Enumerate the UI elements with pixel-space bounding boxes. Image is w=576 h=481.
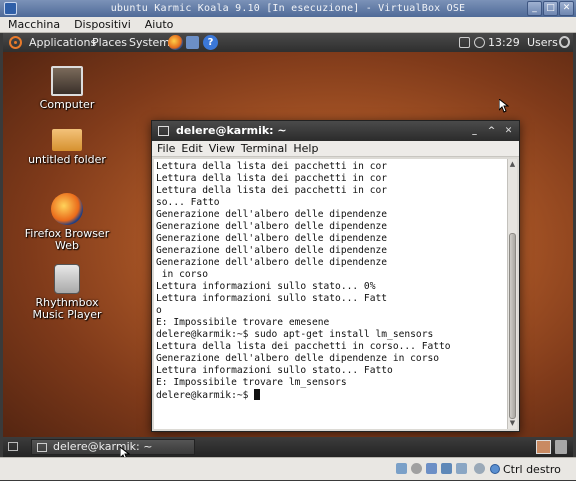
host-key-icon xyxy=(490,464,500,474)
menu-applications[interactable]: Applications xyxy=(29,33,96,52)
menu-macchina[interactable]: Macchina xyxy=(0,17,66,32)
help-icon[interactable]: ? xyxy=(203,35,218,50)
terminal-menu-terminal[interactable]: Terminal xyxy=(238,141,291,157)
scrollbar-thumb[interactable] xyxy=(509,233,516,419)
terminal-line: Generazione dell'albero delle dipendenze xyxy=(156,209,388,220)
terminal-prompt: delere@karmik:~$ xyxy=(156,390,255,401)
ubuntu-logo-icon[interactable] xyxy=(9,36,22,49)
workspace-switcher[interactable] xyxy=(536,440,551,454)
terminal-line: E: Impossibile trovare lm_sensors xyxy=(156,377,347,388)
computer-icon xyxy=(51,66,83,96)
vm-menubar: Macchina Dispositivi Aiuto xyxy=(0,17,576,33)
show-desktop-icon[interactable] xyxy=(8,442,18,451)
terminal-menubar: File Edit View Terminal Help xyxy=(152,141,519,157)
terminal-menu-file[interactable]: File xyxy=(154,141,178,157)
maximize-button[interactable]: □ xyxy=(543,1,558,16)
mouse-integration-icon[interactable] xyxy=(474,463,485,474)
terminal-cursor xyxy=(254,389,261,400)
firefox-icon xyxy=(51,193,83,225)
desktop-icon-untitled-folder[interactable]: untitled folder xyxy=(17,125,117,166)
mouse-pointer-icon xyxy=(499,99,509,113)
desktop-icon-label: Firefox Browser Web xyxy=(24,227,110,252)
desktop-icon-label: Rhythmbox Music Player xyxy=(32,296,102,321)
desktop-icon-computer[interactable]: Computer xyxy=(17,66,117,111)
terminal-line: delere@karmik:~$ sudo apt-get install lm… xyxy=(156,329,434,340)
terminal-minimize-button[interactable]: _ xyxy=(468,125,481,137)
terminal-line: o xyxy=(156,305,162,316)
desktop-icon-label: untitled folder xyxy=(28,153,106,166)
terminal-output[interactable]: Lettura della lista dei pacchetti in cor… xyxy=(154,159,507,429)
terminal-icon xyxy=(158,126,169,136)
terminal-line: Lettura della lista dei pacchetti in cor xyxy=(156,161,388,172)
terminal-line: Lettura della lista dei pacchetti in cor xyxy=(156,185,388,196)
terminal-line: Lettura informazioni sullo stato... 0% xyxy=(156,281,376,292)
terminal-line: Lettura della lista dei pacchetti in cor… xyxy=(156,341,451,352)
scroll-up-arrow-icon[interactable]: ▲ xyxy=(509,161,516,168)
terminal-line: Lettura della lista dei pacchetti in cor xyxy=(156,173,388,184)
taskbar-label: delere@karmik: ~ xyxy=(53,440,153,453)
vm-window-title: ubuntu Karmic Koala 9.10 [In esecuzione]… xyxy=(110,3,466,14)
menu-system[interactable]: System xyxy=(129,33,170,52)
guest-screen: Applications Places System ? 13:29 Users… xyxy=(3,33,573,457)
terminal-close-button[interactable]: ✕ xyxy=(502,125,515,137)
terminal-maximize-button[interactable]: ^ xyxy=(485,125,498,137)
terminal-line: Generazione dell'albero delle dipendenze xyxy=(156,257,388,268)
scroll-down-arrow-icon[interactable]: ▼ xyxy=(509,420,516,427)
folder-icon xyxy=(52,129,82,151)
cdrom-icon[interactable] xyxy=(411,463,422,474)
terminal-line: Generazione dell'albero delle dipendenze xyxy=(156,221,388,232)
terminal-line: E: Impossibile trovare emesene xyxy=(156,317,330,328)
desktop-icon-label: Computer xyxy=(39,98,95,111)
clock[interactable]: 13:29 xyxy=(488,33,520,52)
taskbar-button-terminal[interactable]: delere@karmik: ~ xyxy=(31,439,195,455)
menu-aiuto[interactable]: Aiuto xyxy=(137,17,180,32)
bottom-panel: delere@karmik: ~ xyxy=(3,437,573,457)
rhythmbox-icon xyxy=(54,264,80,294)
terminal-menu-view[interactable]: View xyxy=(206,141,238,157)
vm-window-titlebar[interactable]: ubuntu Karmic Koala 9.10 [In esecuzione]… xyxy=(0,0,576,17)
network-icon[interactable] xyxy=(459,37,470,48)
virtualbox-icon[interactable] xyxy=(4,2,17,15)
menu-dispositivi[interactable]: Dispositivi xyxy=(66,17,137,32)
minimize-button[interactable]: _ xyxy=(527,1,542,16)
top-panel: Applications Places System ? 13:29 Users xyxy=(3,33,573,52)
volume-icon[interactable] xyxy=(474,37,485,48)
menu-places[interactable]: Places xyxy=(92,33,127,52)
network-adapter-icon[interactable] xyxy=(441,463,452,474)
terminal-line: Generazione dell'albero delle dipendenze… xyxy=(156,353,440,364)
vm-statusbar: Ctrl destro xyxy=(0,457,576,480)
terminal-menu-help[interactable]: Help xyxy=(290,141,321,157)
terminal-title: delere@karmik: ~ xyxy=(176,124,287,137)
floppy-icon[interactable] xyxy=(426,463,437,474)
firefox-launcher-icon[interactable] xyxy=(168,35,183,50)
terminal-icon xyxy=(37,443,47,452)
terminal-line: Generazione dell'albero delle dipendenze xyxy=(156,233,388,244)
host-key-label: Ctrl destro xyxy=(503,463,561,476)
usb-icon[interactable] xyxy=(456,463,467,474)
terminal-line: in corso xyxy=(156,269,208,280)
terminal-menu-edit[interactable]: Edit xyxy=(178,141,205,157)
terminal-line: Generazione dell'albero delle dipendenze xyxy=(156,245,388,256)
terminal-window: delere@karmik: ~ _ ^ ✕ File Edit View Termi… xyxy=(151,120,520,432)
terminal-line: Lettura informazioni sullo stato... Fatt… xyxy=(156,365,393,376)
terminal-scrollbar[interactable]: ▲ ▼ xyxy=(507,159,517,429)
terminal-titlebar[interactable]: delere@karmik: ~ _ ^ ✕ xyxy=(152,121,519,141)
desktop-icon-rhythmbox[interactable]: Rhythmbox Music Player xyxy=(17,264,117,321)
close-button[interactable]: ✕ xyxy=(559,1,574,16)
harddisk-icon[interactable] xyxy=(396,463,407,474)
trash-icon[interactable] xyxy=(555,440,567,454)
user-menu[interactable]: Users xyxy=(527,33,558,52)
mail-launcher-icon[interactable] xyxy=(186,36,199,49)
terminal-line: so... Fatto xyxy=(156,197,220,208)
terminal-prompt-line: delere@karmik:~$ xyxy=(156,389,507,402)
terminal-line: Lettura informazioni sullo stato... Fatt xyxy=(156,293,388,304)
desktop-icon-firefox[interactable]: Firefox Browser Web xyxy=(17,193,117,252)
power-icon[interactable] xyxy=(559,36,570,48)
